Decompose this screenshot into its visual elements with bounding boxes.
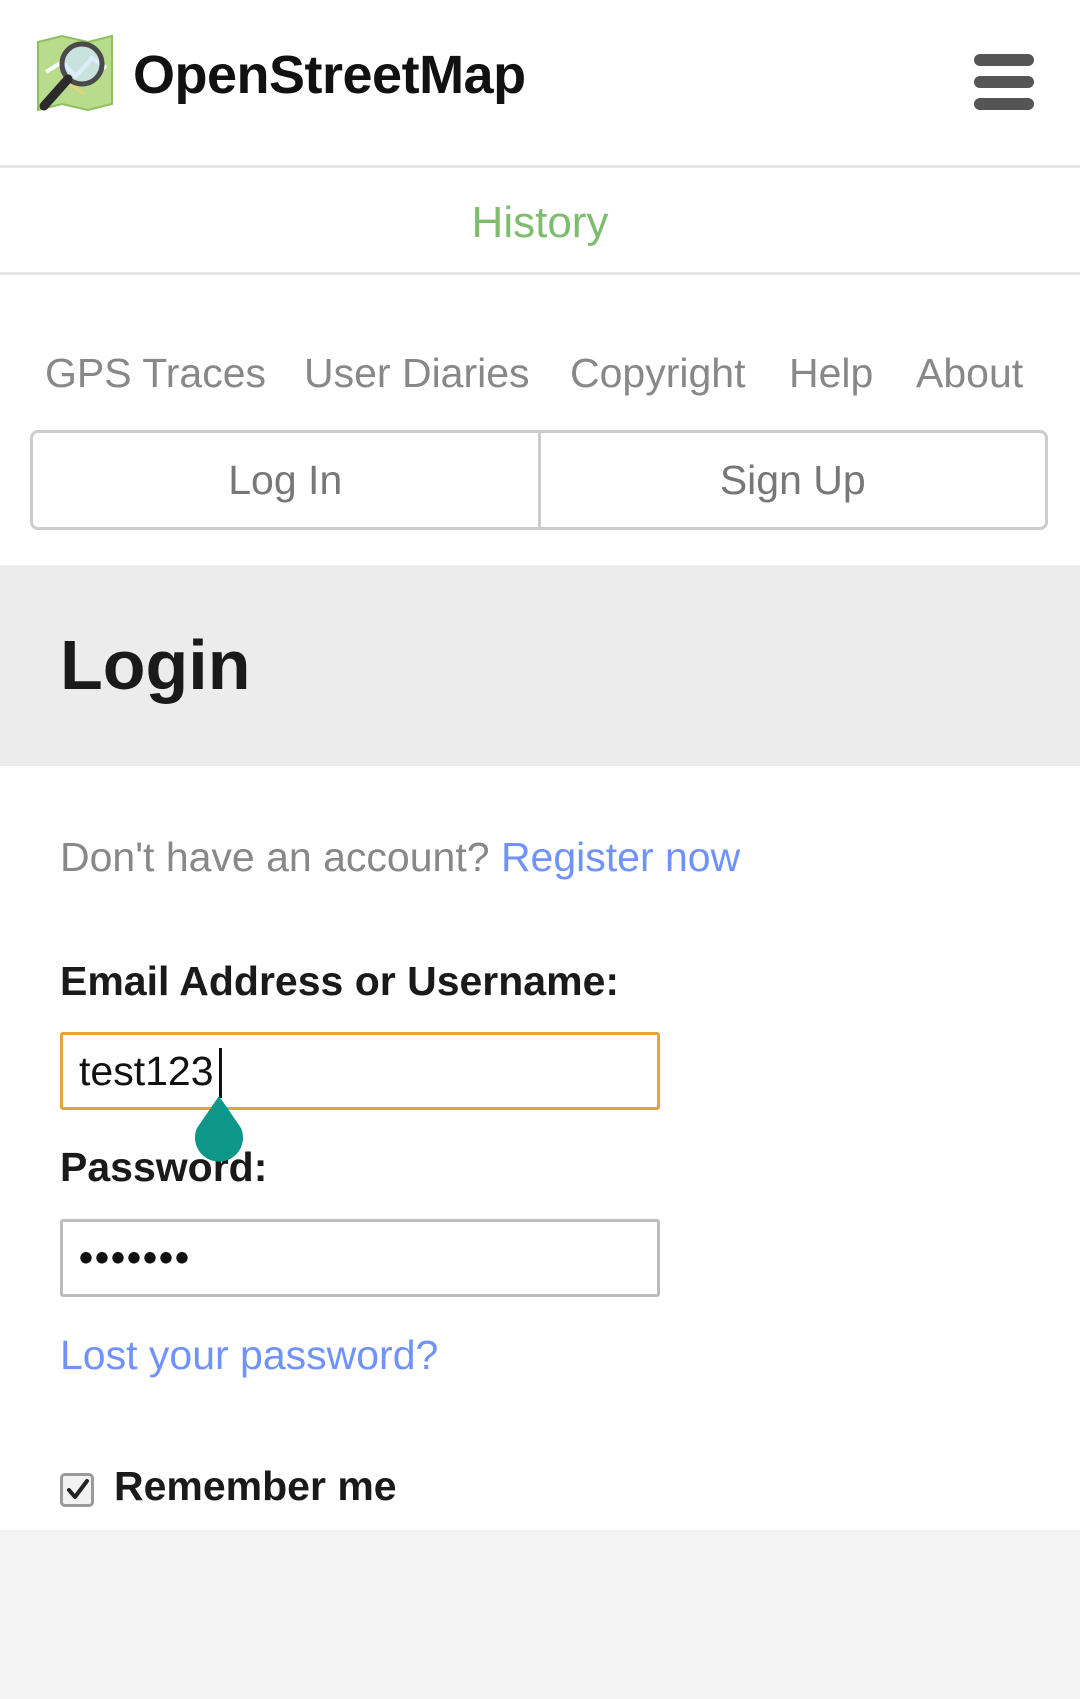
nav-link-user-diaries[interactable]: User Diaries xyxy=(304,350,530,397)
register-now-link[interactable]: Register now xyxy=(501,834,740,880)
login-form: Don't have an account? Register now Emai… xyxy=(0,766,1080,1530)
history-link[interactable]: History xyxy=(0,198,1080,248)
page: OpenStreetMap History GPS Traces User Di… xyxy=(0,0,1080,1699)
signup-button[interactable]: Sign Up xyxy=(537,433,1046,527)
nav-link-gps-traces[interactable]: GPS Traces xyxy=(45,350,266,397)
email-username-input[interactable] xyxy=(60,1032,660,1110)
openstreetmap-logo-icon[interactable] xyxy=(32,32,118,118)
lost-password-link[interactable]: Lost your password? xyxy=(60,1332,438,1379)
nav-links: GPS Traces User Diaries Copyright Help A… xyxy=(0,350,1080,406)
nav-link-copyright[interactable]: Copyright xyxy=(570,350,745,397)
history-tab-bar: History xyxy=(0,168,1080,275)
site-brand-name[interactable]: OpenStreetMap xyxy=(133,44,526,106)
email-field-label: Email Address or Username: xyxy=(60,958,620,1004)
password-input[interactable]: ••••••• xyxy=(60,1219,660,1297)
page-title: Login xyxy=(60,626,251,704)
hamburger-menu-icon[interactable] xyxy=(972,52,1036,112)
register-prompt: Don't have an account? Register now xyxy=(60,834,740,881)
register-prompt-text: Don't have an account? xyxy=(60,834,490,880)
remember-me-label[interactable]: Remember me xyxy=(114,1463,397,1510)
nav-link-help[interactable]: Help xyxy=(789,350,873,397)
remember-me-row: Remember me xyxy=(60,1458,397,1514)
secondary-nav: GPS Traces User Diaries Copyright Help A… xyxy=(0,275,1080,565)
login-button[interactable]: Log In xyxy=(33,433,538,527)
auth-button-group: Log In Sign Up xyxy=(30,430,1048,530)
remember-me-checkbox[interactable] xyxy=(60,1473,94,1507)
text-cursor-handle-icon[interactable] xyxy=(189,1094,249,1166)
checkmark-icon xyxy=(67,1479,89,1499)
page-heading-band: Login xyxy=(0,565,1080,766)
nav-link-about[interactable]: About xyxy=(916,350,1023,397)
site-header: OpenStreetMap xyxy=(0,0,1080,168)
text-cursor xyxy=(219,1048,222,1098)
